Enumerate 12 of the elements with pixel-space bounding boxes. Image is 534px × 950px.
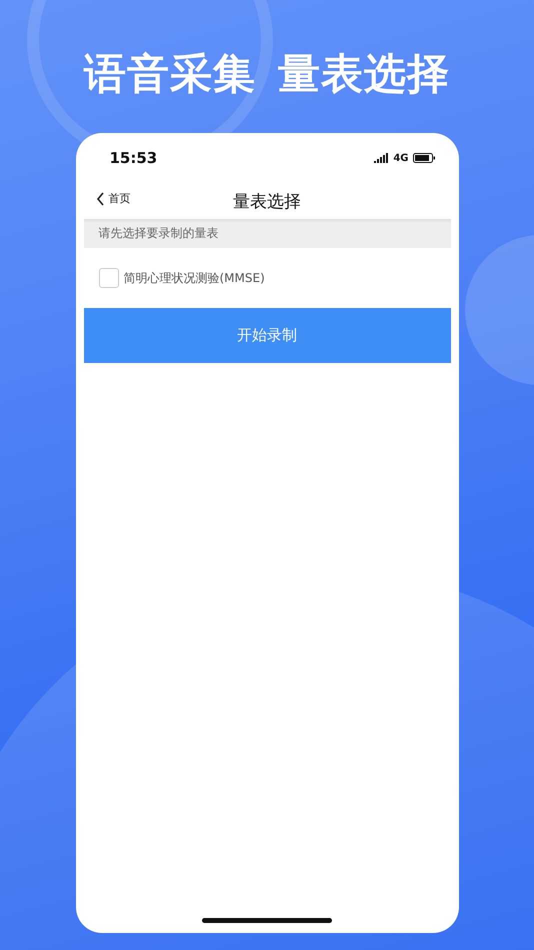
battery-icon — [412, 153, 434, 163]
signal-icon — [374, 153, 390, 163]
hint-bar: 请先选择要录制的量表 — [84, 219, 450, 248]
scale-label: 简明心理状况测验(MMSE) — [124, 270, 265, 286]
headline: 语音采集 — [84, 48, 256, 100]
chevron-left-icon — [96, 192, 104, 206]
page-title: 量表选择 — [233, 190, 301, 212]
network-label: 4G — [393, 152, 408, 164]
back-button[interactable]: 首页 — [96, 191, 130, 206]
headline: 量表选择 — [278, 48, 450, 100]
status-time: 15:53 — [110, 149, 158, 167]
checkbox[interactable] — [98, 268, 118, 288]
